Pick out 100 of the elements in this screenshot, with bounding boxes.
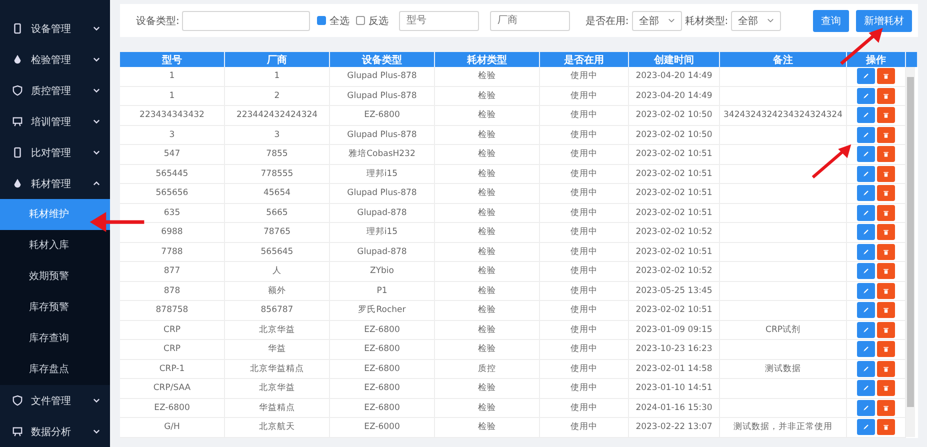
menu-item[interactable]: 耗材管理: [0, 168, 110, 199]
edit-button[interactable]: [857, 282, 875, 299]
edit-button[interactable]: [857, 322, 875, 338]
submenu-item[interactable]: 库存预警: [0, 292, 110, 323]
delete-button[interactable]: [877, 204, 895, 221]
delete-button[interactable]: [877, 302, 895, 318]
filter-label: 耗材类型:: [684, 14, 728, 28]
table-cell: 华益精点: [224, 398, 330, 418]
delete-button[interactable]: [877, 282, 895, 299]
delete-button[interactable]: [877, 419, 895, 436]
delete-button[interactable]: [877, 244, 895, 260]
edit-button[interactable]: [857, 146, 875, 162]
pencil-icon: [862, 306, 870, 314]
pencil-icon: [862, 111, 870, 120]
checkbox-label: 全选: [329, 14, 350, 28]
table-cell: 使用中: [540, 378, 628, 398]
trash-icon: [882, 364, 890, 373]
delete-button[interactable]: [877, 88, 895, 104]
table-cell: 理邦i15: [330, 222, 434, 242]
column-header: 备注: [720, 52, 846, 67]
table-cell: 778555: [224, 164, 330, 184]
table-cell: 北京航天: [224, 418, 330, 437]
table-cell: 检验: [434, 184, 540, 203]
edit-button[interactable]: [857, 166, 875, 182]
column-header: 创建时间: [628, 52, 720, 67]
menu-item[interactable]: 设备管理: [0, 13, 110, 44]
edit-button[interactable]: [857, 263, 875, 280]
menu-item[interactable]: 文件管理: [0, 385, 110, 416]
delete-button[interactable]: [877, 224, 895, 240]
submenu-item[interactable]: 库存查询: [0, 323, 110, 354]
menu-item[interactable]: 培训管理: [0, 106, 110, 137]
menu-icon: [12, 54, 23, 65]
chevron-icon: [93, 149, 100, 156]
delete-button[interactable]: [877, 360, 895, 377]
edit-button[interactable]: [857, 68, 875, 84]
table-cell: 2023-04-20 14:49: [628, 86, 720, 106]
trash-icon: [882, 345, 890, 354]
table-cell: CRP: [120, 340, 224, 359]
supply-type-select[interactable]: 全部: [731, 10, 782, 30]
menu-icon: [12, 23, 23, 34]
delete-button[interactable]: [877, 380, 895, 396]
edit-button[interactable]: [857, 302, 875, 318]
table-cell: Glupad Plus-878: [330, 125, 434, 144]
trash-icon: [882, 150, 890, 158]
scrollbar[interactable]: [906, 67, 915, 437]
table-cell: 6988: [120, 222, 224, 242]
delete-button[interactable]: [877, 322, 895, 338]
delete-button[interactable]: [877, 341, 895, 358]
checkbox[interactable]: [317, 16, 326, 25]
table-cell: 测试数据: [720, 359, 846, 378]
edit-button[interactable]: [857, 360, 875, 377]
table-cell: 使用中: [540, 281, 628, 300]
table-cell: 856787: [224, 300, 330, 320]
edit-button[interactable]: [857, 400, 875, 416]
edit-button[interactable]: [857, 380, 875, 396]
delete-button[interactable]: [877, 107, 895, 124]
edit-button[interactable]: [857, 419, 875, 436]
delete-button[interactable]: [877, 185, 895, 202]
table-cell: 人: [224, 262, 330, 281]
edit-button[interactable]: [857, 185, 875, 202]
table-cell: 78765: [224, 222, 330, 242]
delete-button[interactable]: [877, 166, 895, 182]
table-cell: 223442432424324: [224, 106, 330, 125]
model-field[interactable]: 型号: [399, 10, 480, 30]
trash-icon: [882, 404, 890, 412]
menu-item[interactable]: 比对管理: [0, 137, 110, 168]
filter-label: 设备类型:: [136, 14, 180, 28]
table-cell: 使用中: [540, 144, 628, 164]
menu-item[interactable]: 数据分析: [0, 416, 110, 447]
chevron-icon: [93, 180, 100, 187]
edit-button[interactable]: [857, 88, 875, 104]
column-header: 是否在用: [540, 52, 628, 67]
maker-field[interactable]: 厂商: [490, 10, 570, 30]
submenu-item[interactable]: 库存盘点: [0, 354, 110, 385]
delete-button[interactable]: [877, 68, 895, 84]
delete-button[interactable]: [877, 126, 895, 143]
menu-item[interactable]: 质控管理: [0, 75, 110, 106]
device-type-field[interactable]: [182, 10, 310, 30]
pencil-icon: [862, 92, 870, 100]
edit-button[interactable]: [857, 204, 875, 221]
table-cell: 2023-04-20 14:49: [628, 67, 720, 86]
edit-button[interactable]: [857, 244, 875, 260]
edit-button[interactable]: [857, 224, 875, 240]
checkbox[interactable]: [356, 16, 366, 25]
menu-icon: [12, 147, 23, 158]
submenu-item[interactable]: 耗材入库: [0, 230, 110, 261]
delete-button[interactable]: [877, 263, 895, 280]
trash-icon: [882, 111, 890, 120]
delete-button[interactable]: [877, 146, 895, 162]
edit-button[interactable]: [857, 341, 875, 358]
table-cell: 使用中: [540, 203, 628, 222]
trash-icon: [882, 248, 890, 256]
table-cell: 使用中: [540, 86, 628, 106]
in-use-select[interactable]: 全部: [632, 10, 682, 30]
edit-button[interactable]: [857, 107, 875, 124]
submenu-item[interactable]: 效期预警: [0, 261, 110, 292]
menu-item[interactable]: 检验管理: [0, 44, 110, 75]
edit-button[interactable]: [857, 126, 875, 143]
table-cell: 635: [120, 203, 224, 222]
delete-button[interactable]: [877, 400, 895, 416]
